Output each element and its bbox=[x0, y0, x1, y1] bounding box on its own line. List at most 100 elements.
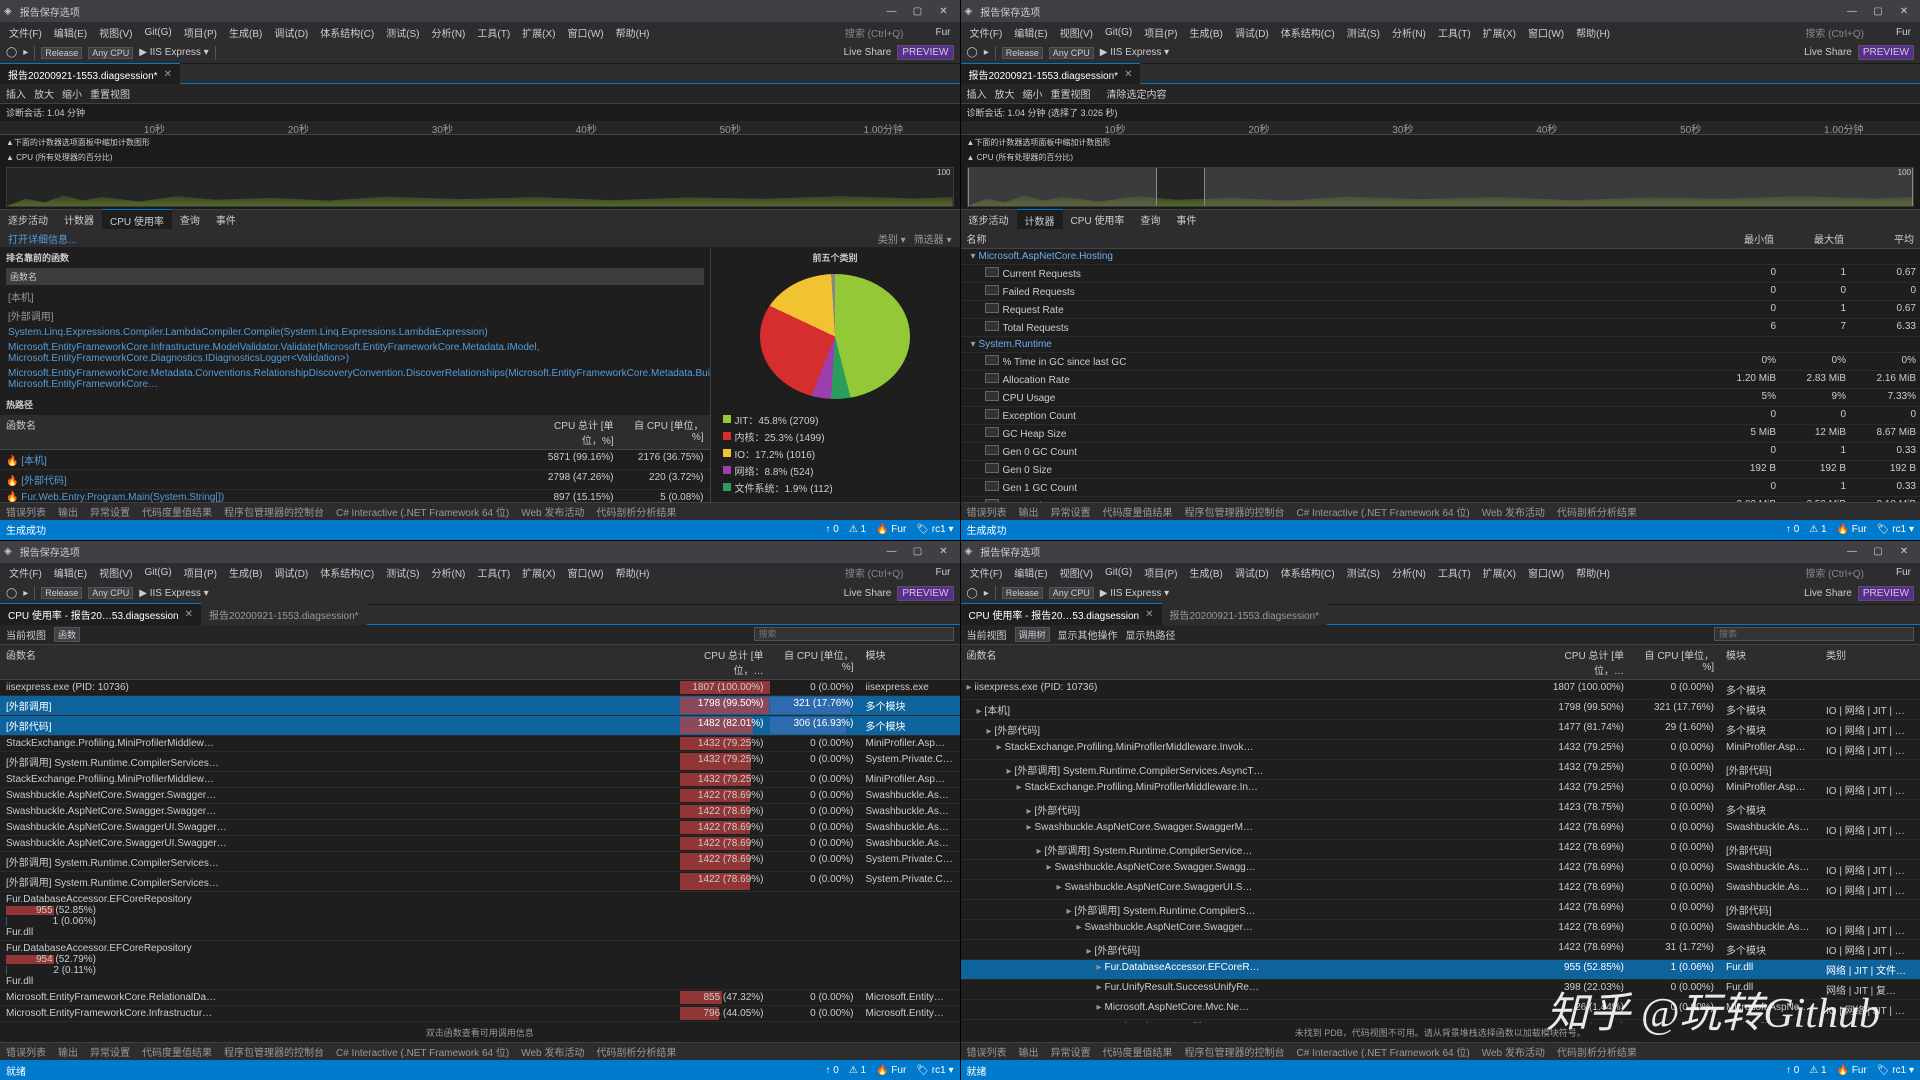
counter-row[interactable]: Gen 0 Size192 B192 B192 B bbox=[961, 461, 1920, 479]
output-tab[interactable]: 程序包管理器的控制台 bbox=[218, 1042, 330, 1060]
tree-row[interactable]: ▸Microsoft.AspNetCore.Mvc.Ne…26 (1.44%)0… bbox=[961, 1000, 1920, 1020]
clear-selection-btn[interactable]: 清除选定内容 bbox=[1107, 86, 1167, 101]
menu-item[interactable]: 文件(F) bbox=[965, 563, 1008, 582]
platform-dropdown[interactable]: Any CPU bbox=[88, 47, 133, 59]
table-row[interactable]: [外部调用] System.Runtime.CompilerServices…1… bbox=[0, 872, 960, 892]
menu-item[interactable]: 测试(S) bbox=[1342, 563, 1385, 582]
menu-item[interactable]: 扩展(X) bbox=[517, 563, 560, 582]
tree-row[interactable]: ▸[外部代码]1422 (78.69%)31 (1.72%)多个模块IO | 网… bbox=[961, 940, 1920, 960]
counter-row[interactable]: Failed Requests000 bbox=[961, 283, 1920, 301]
table-row[interactable]: Swashbuckle.AspNetCore.SwaggerUI.Swagger… bbox=[0, 820, 960, 836]
output-tab[interactable]: 异常设置 bbox=[1045, 502, 1097, 520]
menu-item[interactable]: 扩展(X) bbox=[1478, 23, 1521, 42]
table-row[interactable]: Fur.DatabaseAccessor.EFCoreRepository955… bbox=[0, 892, 960, 941]
menu-item[interactable]: 分析(N) bbox=[1387, 23, 1431, 42]
fwd-icon[interactable]: ▸ bbox=[23, 47, 28, 58]
table-row[interactable]: Microsoft.EntityFrameworkCore.Relational… bbox=[0, 990, 960, 1006]
back-icon[interactable]: ◯ bbox=[6, 47, 17, 58]
tree-row[interactable]: ▸[本机]1798 (99.50%)321 (17.76%)多个模块IO | 网… bbox=[961, 700, 1920, 720]
minimize-button[interactable]: — bbox=[880, 3, 904, 19]
table-row[interactable]: [外部调用] System.Runtime.CompilerServices…1… bbox=[0, 752, 960, 772]
menu-item[interactable]: 编辑(E) bbox=[1009, 23, 1052, 42]
menu-item[interactable]: 项目(P) bbox=[1139, 23, 1182, 42]
menu-item[interactable]: Git(G) bbox=[1100, 25, 1137, 40]
menu-item[interactable]: Git(G) bbox=[139, 565, 176, 580]
menu-item[interactable]: 扩展(X) bbox=[517, 23, 560, 42]
view-dropdown[interactable]: 函数 bbox=[54, 627, 80, 642]
menu-item[interactable]: 帮助(H) bbox=[611, 23, 655, 42]
output-tab[interactable]: 代码剖析分析结果 bbox=[590, 502, 682, 520]
menu-item[interactable]: 编辑(E) bbox=[49, 23, 92, 42]
output-tab[interactable]: 错误列表 bbox=[961, 502, 1013, 520]
menu-item[interactable]: 生成(B) bbox=[224, 563, 267, 582]
output-tab[interactable]: C# Interactive (.NET Framework 64 位) bbox=[1291, 502, 1476, 520]
function-link[interactable]: System.Linq.Expressions.Compiler.LambdaC… bbox=[8, 325, 702, 340]
menu-item[interactable]: 生成(B) bbox=[1185, 23, 1228, 42]
output-tab[interactable]: 程序包管理器的控制台 bbox=[218, 502, 330, 520]
output-tab[interactable]: 代码度量值结果 bbox=[1097, 1042, 1179, 1060]
counter-row[interactable]: Exception Count000 bbox=[961, 407, 1920, 425]
output-tab[interactable]: 程序包管理器的控制台 bbox=[1179, 1042, 1291, 1060]
menu-item[interactable]: 测试(S) bbox=[381, 563, 424, 582]
table-row[interactable]: StackExchange.Profiling.MiniProfilerMidd… bbox=[0, 772, 960, 788]
menu-item[interactable]: Git(G) bbox=[139, 25, 176, 40]
table-row[interactable]: Microsoft.EntityFrameworkCore.Infrastruc… bbox=[0, 1006, 960, 1022]
counter-row[interactable]: % Time in GC since last GC0%0%0% bbox=[961, 353, 1920, 371]
search-input[interactable] bbox=[754, 627, 954, 641]
function-link[interactable]: Microsoft.EntityFrameworkCore.Infrastruc… bbox=[8, 340, 702, 366]
output-tab[interactable]: Web 发布活动 bbox=[1476, 502, 1551, 520]
open-details-link[interactable]: 打开详细信息... bbox=[8, 231, 76, 246]
output-tab[interactable]: 输出 bbox=[1013, 1042, 1045, 1060]
function-link[interactable]: [外部调用] bbox=[8, 306, 702, 325]
menu-item[interactable]: 生成(B) bbox=[224, 23, 267, 42]
cpu-chart-selected[interactable]: 100 bbox=[967, 167, 1915, 207]
menu-item[interactable]: 体系结构(C) bbox=[315, 563, 379, 582]
counter-row[interactable]: Total Requests676.33 bbox=[961, 319, 1920, 337]
tree-row[interactable]: ▸[外部代码]1423 (78.75%)0 (0.00%)多个模块 bbox=[961, 800, 1920, 820]
menu-item[interactable]: 视图(V) bbox=[94, 563, 137, 582]
tool-tab[interactable]: 逐步活动 bbox=[961, 209, 1017, 230]
menu-item[interactable]: Git(G) bbox=[1100, 565, 1137, 580]
menu-item[interactable]: 编辑(E) bbox=[1009, 563, 1052, 582]
menu-item[interactable]: 分析(N) bbox=[427, 23, 471, 42]
table-row[interactable]: Swashbuckle.AspNetCore.Swagger.Swagger…1… bbox=[0, 788, 960, 804]
tree-row[interactable]: ▸Swashbuckle.AspNetCore.Swagger…1422 (78… bbox=[961, 920, 1920, 940]
expand-hot-btn[interactable]: 显示其他操作 bbox=[1058, 627, 1118, 642]
tree-row[interactable]: ▸iisexpress.exe (PID: 10736)1807 (100.00… bbox=[961, 680, 1920, 700]
menu-item[interactable]: 项目(P) bbox=[179, 23, 222, 42]
tool-tab[interactable]: CPU 使用率 bbox=[1063, 209, 1133, 230]
tab-diagsession[interactable]: 报告20200921-1553.diagsession*✕ bbox=[0, 63, 180, 85]
tool-tab[interactable]: 查询 bbox=[1132, 209, 1168, 230]
type-filter[interactable]: 类别 ▾ bbox=[878, 231, 906, 246]
search-input[interactable] bbox=[1714, 627, 1914, 641]
maximize-button[interactable]: ▢ bbox=[906, 3, 930, 19]
output-tab[interactable]: 代码剖析分析结果 bbox=[1551, 1042, 1643, 1060]
output-tab[interactable]: 错误列表 bbox=[0, 1042, 52, 1060]
output-tab[interactable]: C# Interactive (.NET Framework 64 位) bbox=[330, 502, 515, 520]
cpu-chart[interactable]: 100 bbox=[6, 167, 954, 207]
menu-item[interactable]: 文件(F) bbox=[965, 23, 1008, 42]
tree-row[interactable]: ▸[外部调用] System.Runtime.CompilerService…1… bbox=[961, 840, 1920, 860]
tool-tab[interactable]: 计数器 bbox=[1017, 209, 1063, 231]
show-hot-btn[interactable]: 显示热路径 bbox=[1126, 627, 1176, 642]
table-row[interactable]: [外部调用]1798 (99.50%)321 (17.76%)多个模块 bbox=[0, 696, 960, 716]
menu-item[interactable]: 分析(N) bbox=[427, 563, 471, 582]
output-tab[interactable]: 代码度量值结果 bbox=[1097, 502, 1179, 520]
output-tab[interactable]: 异常设置 bbox=[84, 502, 136, 520]
tree-row[interactable]: ▸Swashbuckle.AspNetCore.Swagger.Swagg…14… bbox=[961, 860, 1920, 880]
function-link[interactable]: [本机] bbox=[8, 287, 702, 306]
menu-item[interactable]: 测试(S) bbox=[381, 23, 424, 42]
view-dropdown[interactable]: 调用树 bbox=[1015, 627, 1050, 642]
hotpath-row[interactable]: 🔥 Fur.Web.Entry.Program.Main(System.Stri… bbox=[0, 490, 710, 502]
menu-item[interactable]: 窗口(W) bbox=[563, 23, 609, 42]
menu-item[interactable]: 项目(P) bbox=[1139, 563, 1182, 582]
output-tab[interactable]: Web 发布活动 bbox=[515, 502, 590, 520]
close-icon[interactable]: ✕ bbox=[164, 69, 172, 80]
menu-item[interactable]: 工具(T) bbox=[472, 23, 515, 42]
output-tab[interactable]: 代码度量值结果 bbox=[136, 502, 218, 520]
tree-row[interactable]: ▸[外部代码]1477 (81.74%)29 (1.60%)多个模块IO | 网… bbox=[961, 720, 1920, 740]
menu-item[interactable]: 窗口(W) bbox=[1523, 23, 1569, 42]
menu-item[interactable]: 生成(B) bbox=[1185, 563, 1228, 582]
tool-tab[interactable]: CPU 使用率 bbox=[102, 209, 172, 231]
config-dropdown[interactable]: Release bbox=[41, 47, 82, 59]
